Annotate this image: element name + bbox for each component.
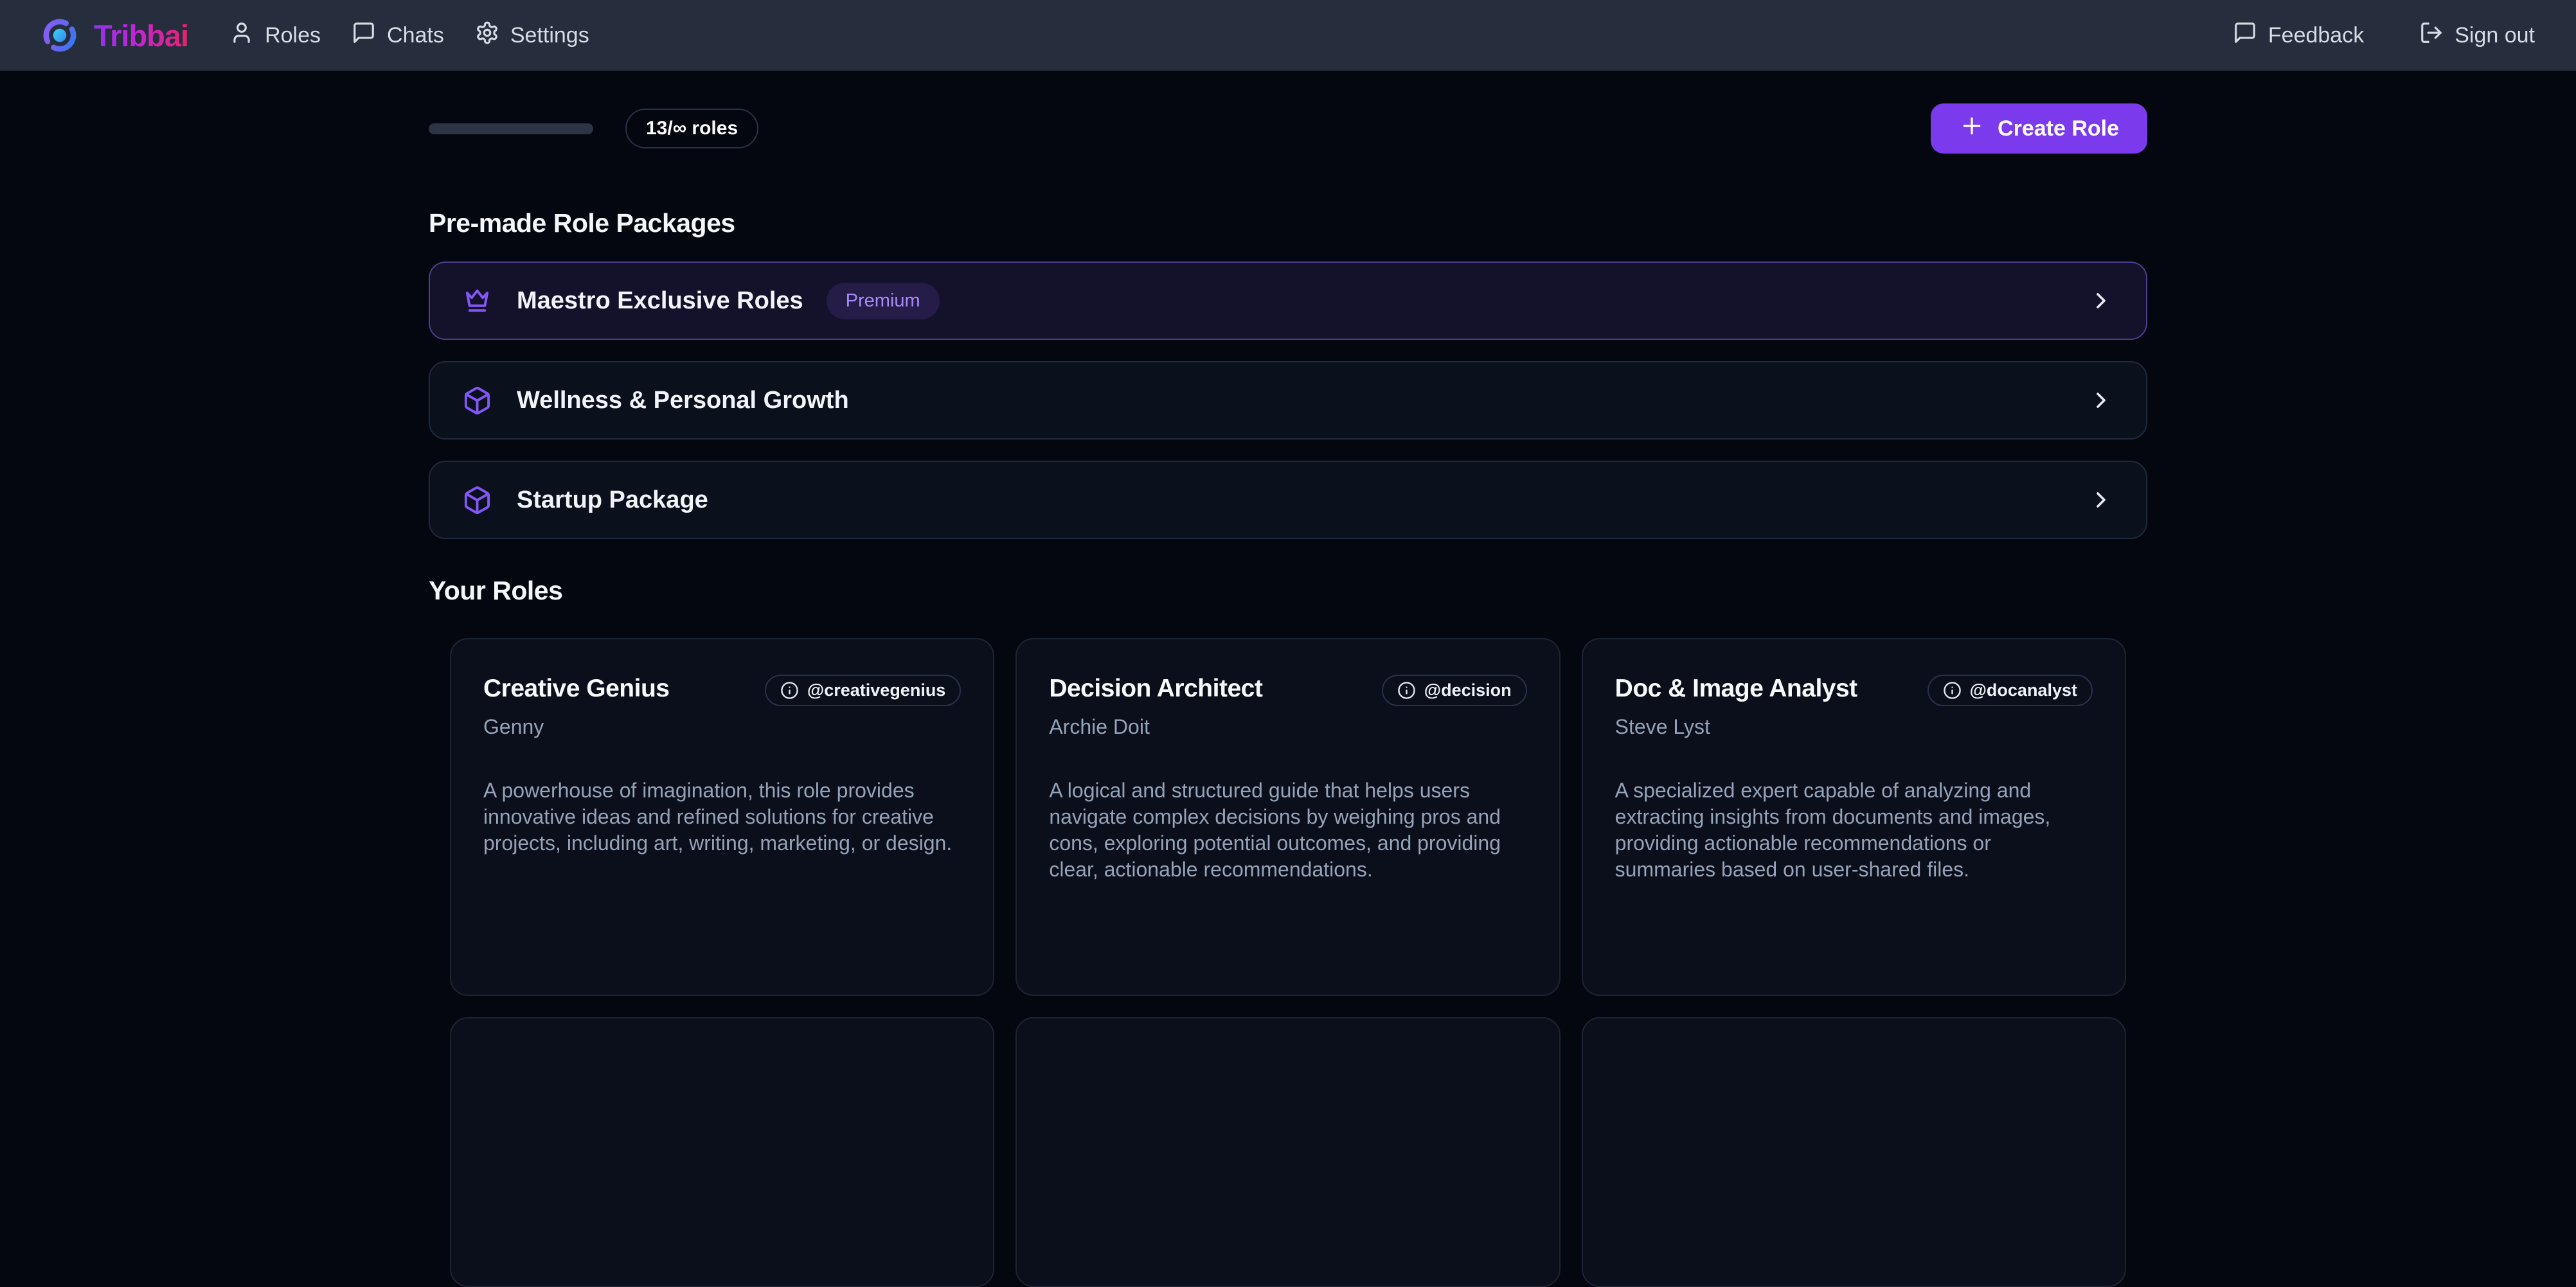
package-title: Wellness & Personal Growth: [517, 387, 849, 414]
message-icon: [352, 21, 376, 51]
role-card-creative-genius[interactable]: Creative Genius @creativegenius Genny A …: [450, 638, 994, 996]
nav-roles-label: Roles: [265, 23, 321, 48]
role-card-partial[interactable]: [1582, 1017, 2126, 1287]
package-icon: [462, 485, 492, 515]
roles-page: 13/∞ roles Create Role Pre-made Role Pac…: [429, 71, 2147, 1287]
info-icon: [780, 681, 799, 700]
feedback-button[interactable]: Feedback: [2233, 21, 2364, 51]
plus-icon: [1959, 113, 1985, 145]
nav-settings[interactable]: Settings: [475, 21, 589, 51]
roles-count-pill: 13/∞ roles: [625, 109, 758, 148]
roles-progress-bar: [429, 123, 593, 134]
message-icon: [2233, 21, 2257, 51]
premium-badge: Premium: [827, 283, 940, 319]
feedback-label: Feedback: [2268, 23, 2364, 48]
chevron-right-icon: [2088, 487, 2114, 513]
create-role-button[interactable]: Create Role: [1931, 103, 2147, 154]
user-icon: [229, 21, 254, 51]
header-actions: Feedback Sign out: [2233, 21, 2535, 51]
sign-out-label: Sign out: [2455, 23, 2535, 48]
package-icon: [462, 386, 492, 416]
nav-chats-label: Chats: [387, 23, 444, 48]
tribbai-logo-icon: [41, 17, 78, 54]
role-card-doc-image-analyst[interactable]: Doc & Image Analyst @docanalyst Steve Ly…: [1582, 638, 2126, 996]
package-row-wellness[interactable]: Wellness & Personal Growth: [429, 361, 2147, 439]
role-subtitle: Archie Doit: [1049, 715, 1526, 739]
role-card-partial[interactable]: [450, 1017, 994, 1287]
package-row-startup[interactable]: Startup Package: [429, 461, 2147, 539]
info-icon: [1943, 681, 1962, 700]
role-description: A logical and structured guide that help…: [1049, 777, 1526, 883]
section-heading-premade: Pre-made Role Packages: [429, 208, 2147, 238]
role-handle: @docanalyst: [1970, 680, 2077, 700]
sign-out-button[interactable]: Sign out: [2419, 21, 2535, 51]
chevron-right-icon: [2088, 288, 2114, 314]
create-role-label: Create Role: [1998, 116, 2119, 141]
section-heading-your-roles: Your Roles: [429, 576, 2147, 606]
brand-logo[interactable]: Tribbai: [41, 17, 188, 54]
role-title: Creative Genius: [483, 675, 669, 703]
role-card-partial[interactable]: [1015, 1017, 1560, 1287]
role-handle-badge[interactable]: @docanalyst: [1928, 675, 2093, 706]
nav-chats[interactable]: Chats: [352, 21, 444, 51]
role-handle: @creativegenius: [807, 680, 945, 700]
chevron-right-icon: [2088, 387, 2114, 413]
role-title: Decision Architect: [1049, 675, 1262, 703]
nav-roles[interactable]: Roles: [229, 21, 321, 51]
role-handle-badge[interactable]: @decision: [1382, 675, 1527, 706]
role-description: A specialized expert capable of analyzin…: [1615, 777, 2093, 883]
logout-icon: [2419, 21, 2444, 51]
nav-settings-label: Settings: [510, 23, 589, 48]
crown-icon: [462, 286, 492, 316]
role-cards-grid: Creative Genius @creativegenius Genny A …: [450, 638, 2126, 1287]
package-row-maestro[interactable]: Maestro Exclusive Roles Premium: [429, 262, 2147, 340]
role-title: Doc & Image Analyst: [1615, 675, 1857, 703]
role-description: A powerhouse of imagination, this role p…: [483, 777, 961, 857]
role-card-decision-architect[interactable]: Decision Architect @decision Archie Doit…: [1015, 638, 1560, 996]
roles-toolbar: 13/∞ roles Create Role: [429, 103, 2147, 154]
role-subtitle: Genny: [483, 715, 961, 739]
top-bar: Tribbai Roles Chats: [0, 0, 2576, 71]
role-handle: @decision: [1424, 680, 1512, 700]
role-handle-badge[interactable]: @creativegenius: [765, 675, 961, 706]
role-subtitle: Steve Lyst: [1615, 715, 2093, 739]
package-title: Startup Package: [517, 486, 708, 514]
main-nav: Roles Chats Settings: [229, 21, 589, 51]
brand-name: Tribbai: [94, 18, 188, 53]
info-icon: [1397, 681, 1416, 700]
package-title: Maestro Exclusive Roles: [517, 287, 803, 315]
gear-icon: [475, 21, 499, 51]
